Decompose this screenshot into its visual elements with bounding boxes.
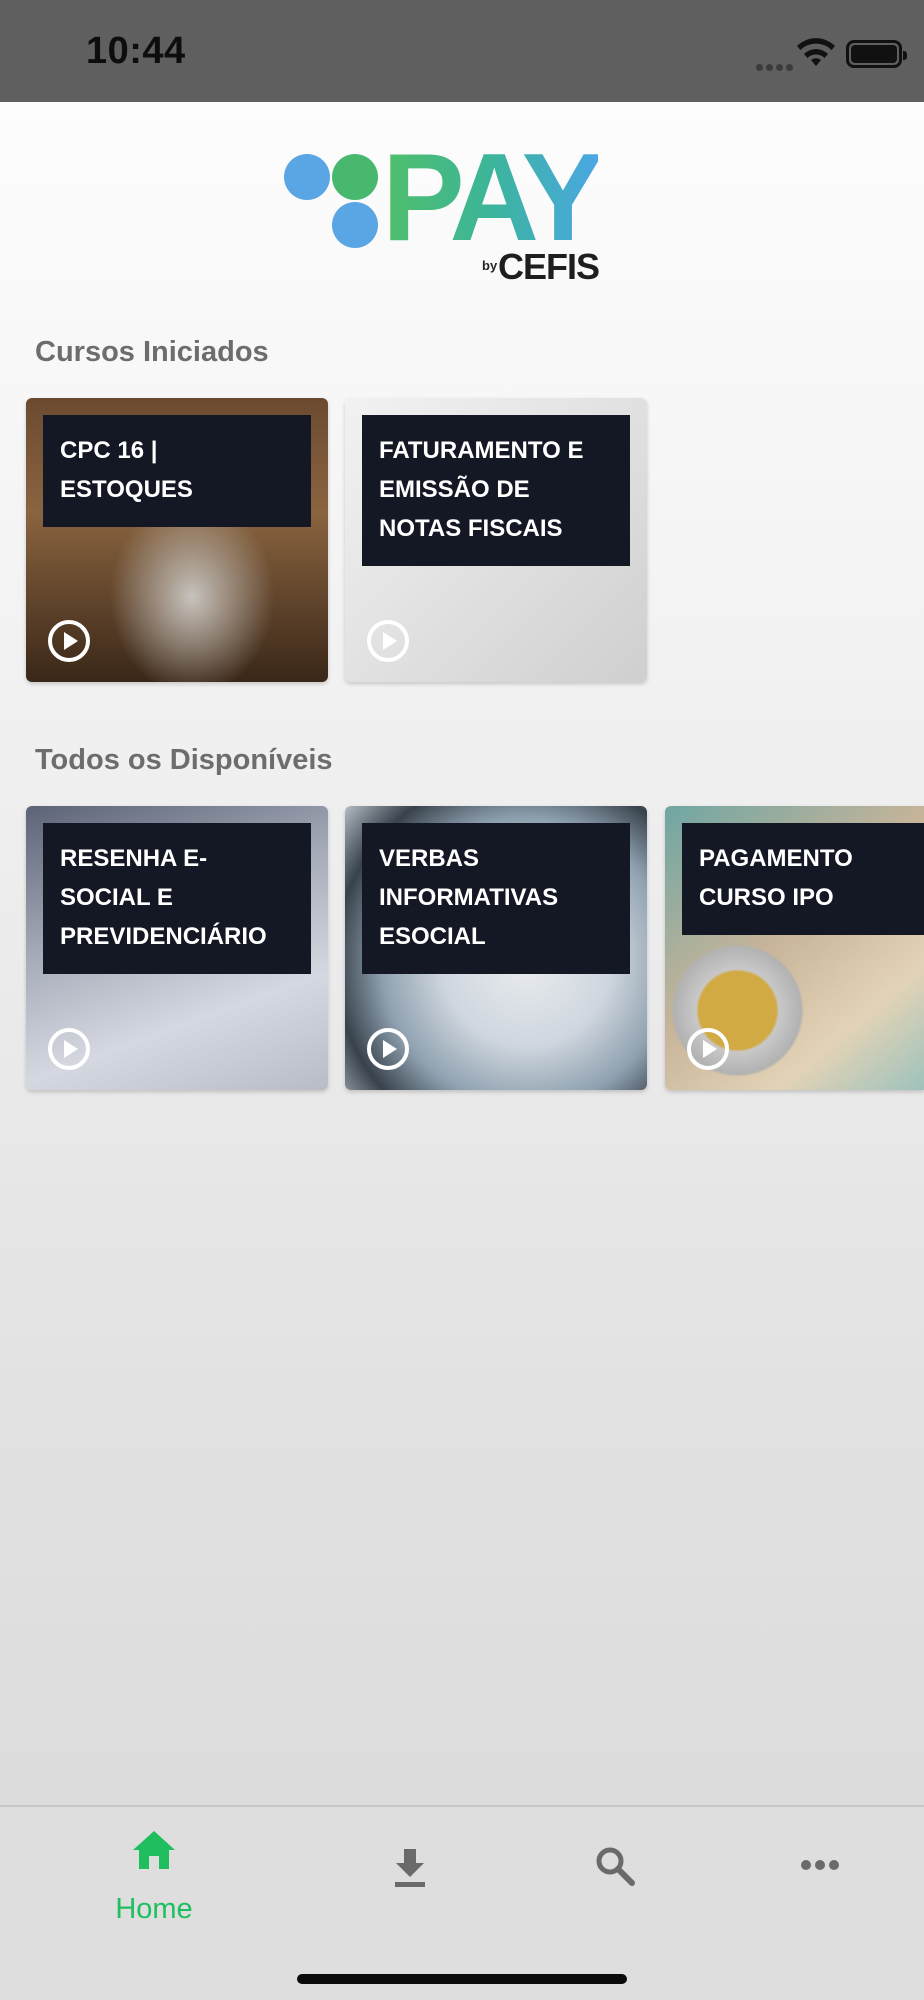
search-icon xyxy=(596,1847,635,1886)
wifi-icon xyxy=(797,38,835,66)
signal-icon xyxy=(756,58,796,76)
logo-brand: CEFIS xyxy=(498,246,600,287)
course-card[interactable]: FATURAMENTO E EMISSÃO DE NOTAS FISCAIS xyxy=(345,398,647,682)
course-card[interactable]: PAGAMENTO CURSO IPO xyxy=(665,806,924,1090)
course-title: VERBAS INFORMATIVAS ESOCIAL xyxy=(362,823,630,974)
section-title-started: Cursos Iniciados xyxy=(35,336,269,368)
app-logo: PAY by CEFIS xyxy=(282,136,642,290)
home-indicator[interactable] xyxy=(297,1974,627,1984)
play-icon[interactable] xyxy=(685,1026,731,1072)
play-icon[interactable] xyxy=(46,1026,92,1072)
course-title: CPC 16 | ESTOQUES xyxy=(43,415,311,527)
logo-word: PAY xyxy=(382,129,604,267)
tab-home-label: Home xyxy=(115,1893,193,1925)
download-icon xyxy=(395,1849,425,1887)
tab-more[interactable] xyxy=(740,1807,900,1927)
logo-dot xyxy=(332,202,378,248)
course-card[interactable]: RESENHA E-SOCIAL E PREVIDENCIÁRIO xyxy=(26,806,328,1090)
play-icon[interactable] xyxy=(46,618,92,664)
play-icon[interactable] xyxy=(365,618,411,664)
section-title-available: Todos os Disponíveis xyxy=(35,744,333,776)
status-time: 10:44 xyxy=(86,30,186,72)
logo-dot xyxy=(332,154,378,200)
home-icon xyxy=(133,1831,175,1869)
course-title: PAGAMENTO CURSO IPO xyxy=(682,823,924,935)
tab-downloads[interactable] xyxy=(330,1807,490,1927)
course-title: RESENHA E-SOCIAL E PREVIDENCIÁRIO xyxy=(43,823,311,974)
more-icon xyxy=(801,1860,839,1870)
logo-by: by xyxy=(482,258,498,273)
tab-search[interactable] xyxy=(535,1807,695,1927)
battery-icon xyxy=(846,40,907,68)
course-title: FATURAMENTO E EMISSÃO DE NOTAS FISCAIS xyxy=(362,415,630,566)
logo-dot xyxy=(284,154,330,200)
bottom-tab-bar: Home xyxy=(0,1805,924,2000)
tab-home[interactable]: Home xyxy=(74,1807,234,1927)
course-card[interactable]: CPC 16 | ESTOQUES xyxy=(26,398,328,682)
course-card[interactable]: VERBAS INFORMATIVAS ESOCIAL xyxy=(345,806,647,1090)
play-icon[interactable] xyxy=(365,1026,411,1072)
status-bar: 10:44 xyxy=(0,0,924,102)
